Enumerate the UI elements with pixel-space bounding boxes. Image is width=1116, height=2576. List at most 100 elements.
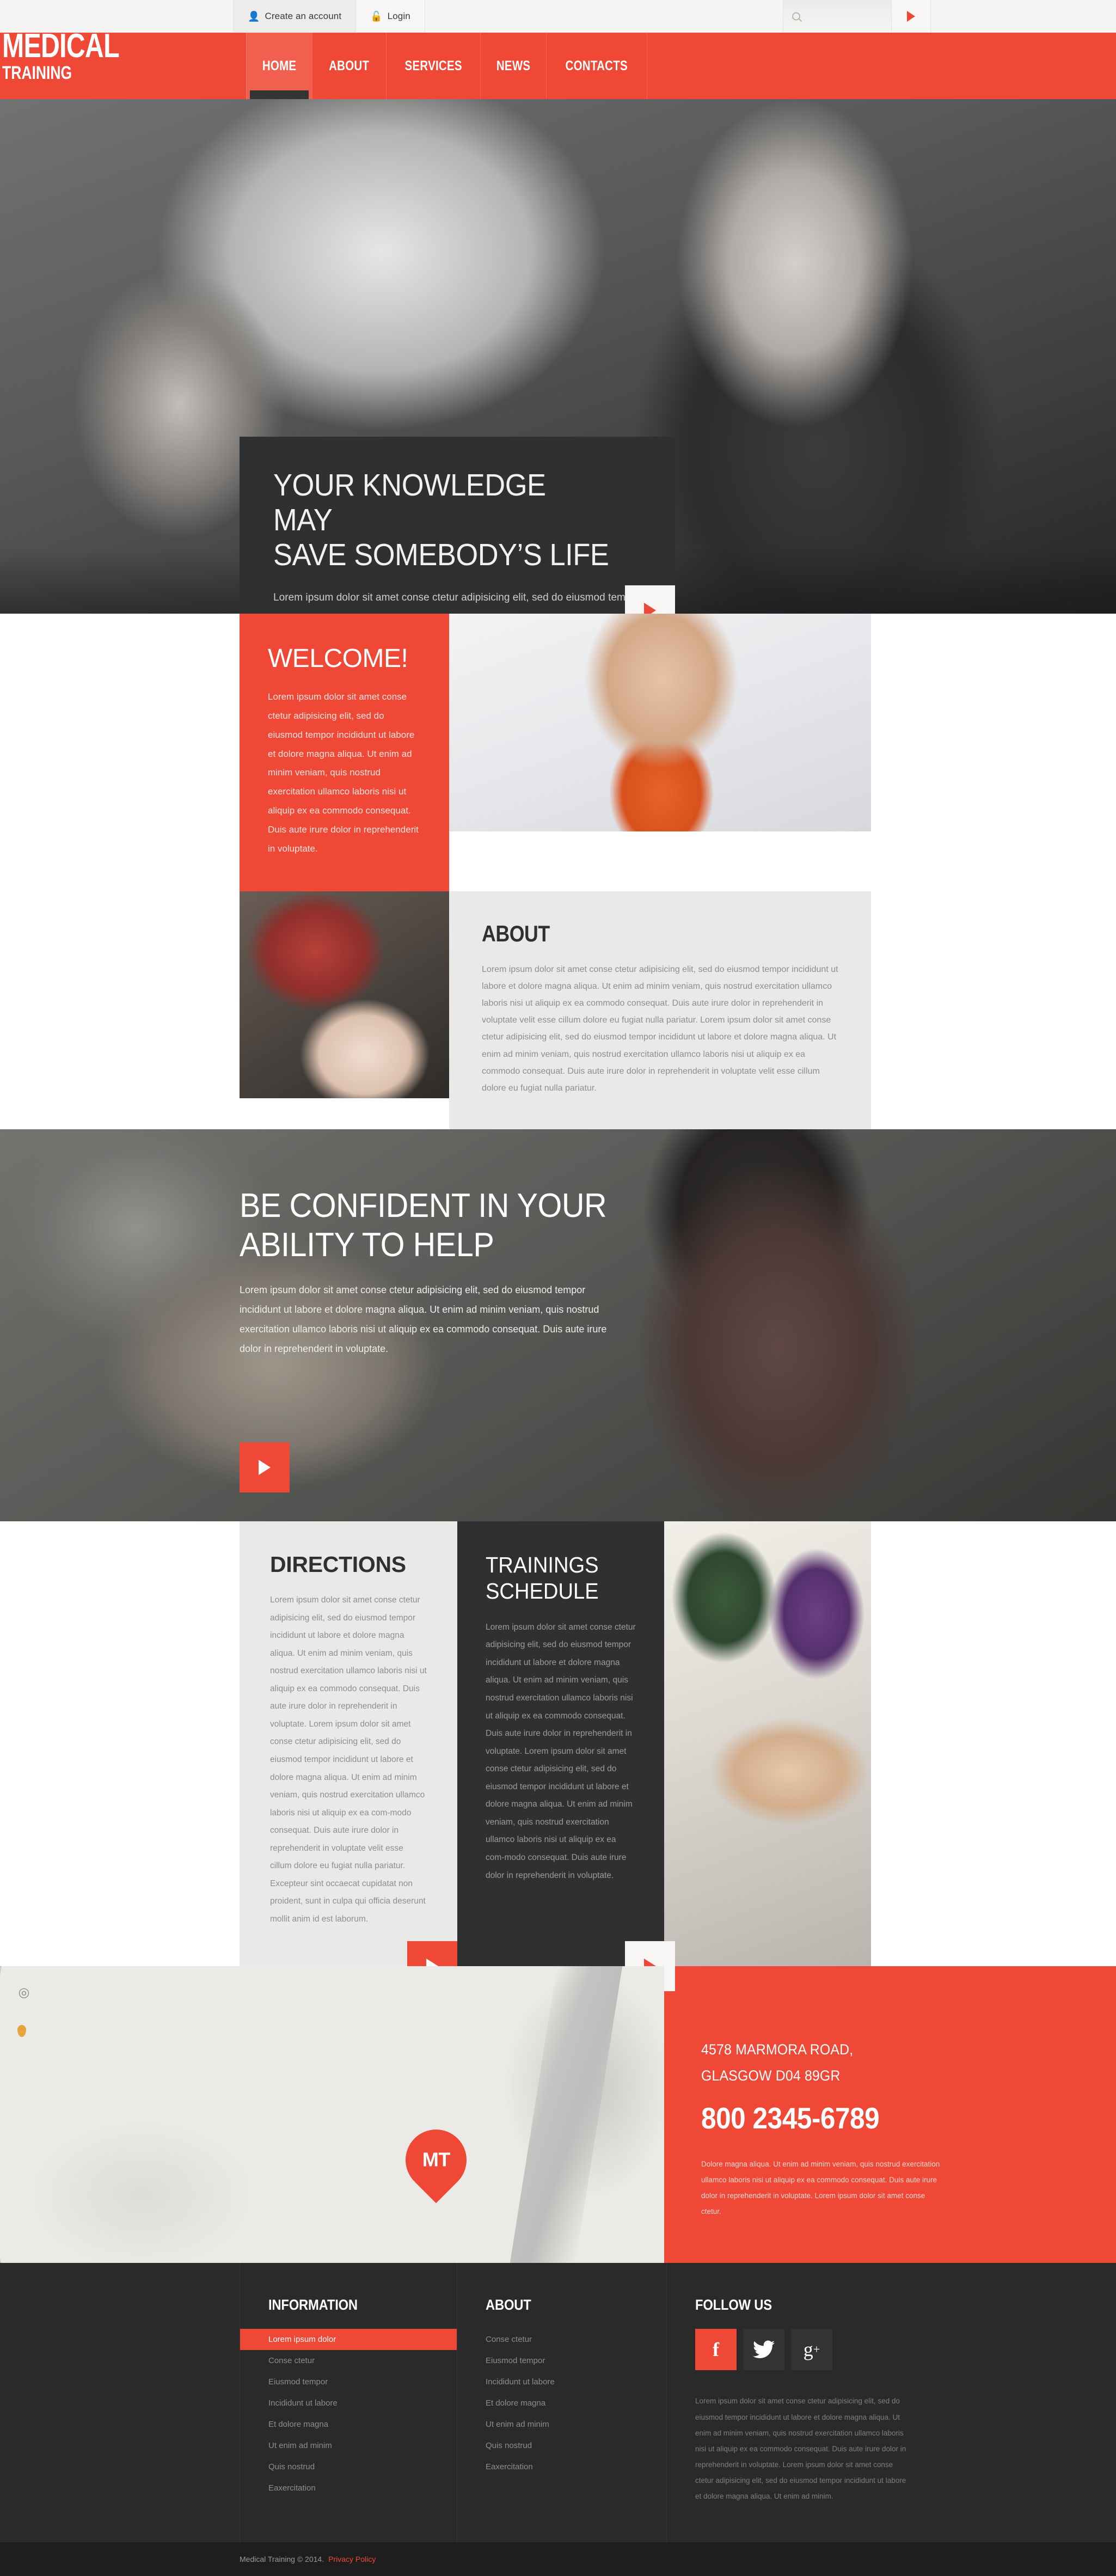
- location-map[interactable]: ◎ MT: [0, 1966, 664, 2263]
- footer-about-item-1[interactable]: Eiusmod tempor: [457, 2350, 666, 2371]
- nav-item-services[interactable]: SERVICES: [385, 33, 480, 99]
- hero-primary-title-line1: YOUR KNOWLEDGE MAY: [273, 468, 546, 537]
- welcome-title: WELCOME!: [268, 644, 408, 673]
- trainings-photo: [664, 1521, 871, 1967]
- about-title-text: ABOUT: [482, 920, 550, 946]
- footer-about-title: ABOUT: [457, 2297, 666, 2314]
- nav-label-contacts: CONTACTS: [565, 58, 628, 74]
- copyright-text: Medical Training © 2014.: [240, 2554, 324, 2563]
- footer-column-about: ABOUT Conse ctetur Eiusmod tempor Incidi…: [457, 2263, 667, 2542]
- crosshair-icon[interactable]: ◎: [13, 1981, 35, 2003]
- footer-column-follow: FOLLOW US f g + Lorem ipsum dolor sit ame…: [667, 2263, 972, 2542]
- footer-info-item-2[interactable]: Eiusmod tempor: [240, 2371, 457, 2393]
- hero-secondary-play-button[interactable]: [240, 1442, 290, 1493]
- site-footer: INFORMATION Lorem ipsum dolor Conse ctet…: [0, 2263, 1116, 2542]
- footer-about-item-3[interactable]: Et dolore magna: [457, 2393, 666, 2414]
- about-photo: [240, 891, 449, 1098]
- play-arrow-icon: [907, 10, 915, 22]
- nav-label-news: NEWS: [496, 58, 531, 74]
- directions-title: DIRECTIONS: [270, 1552, 406, 1577]
- contact-address-line2: GLASGOW D04 89GR: [701, 2067, 841, 2084]
- create-account-button[interactable]: 👤 Create an account: [233, 0, 357, 32]
- about-row: ABOUT Lorem ipsum dolor sit amet conse c…: [0, 891, 1116, 1130]
- trainings-schedule-title: TRAININGS SCHEDULE: [486, 1552, 636, 1605]
- facebook-icon[interactable]: f: [695, 2329, 737, 2371]
- trainings-schedule-body: Lorem ipsum dolor sit amet conse ctetur …: [486, 1622, 636, 1880]
- footer-info-item-6[interactable]: Quis nostrud: [240, 2456, 457, 2477]
- logo-area[interactable]: MEDICAL TRAINING: [0, 27, 233, 99]
- welcome-photo: [449, 614, 871, 831]
- hero-banner-primary: YOUR KNOWLEDGE MAY SAVE SOMEBODY’S LIFE …: [0, 99, 1116, 614]
- twitter-icon[interactable]: [743, 2329, 784, 2371]
- footer-info-item-4[interactable]: Et dolore magna: [240, 2414, 457, 2435]
- footer-about-item-0[interactable]: Conse ctetur: [457, 2329, 666, 2350]
- privacy-policy-link[interactable]: Privacy Policy: [328, 2555, 376, 2563]
- google-plus-icon[interactable]: g +: [791, 2329, 832, 2371]
- footer-follow-body: Lorem ipsum dolor sit amet conse ctetur …: [695, 2397, 906, 2500]
- nav-item-contacts[interactable]: CONTACTS: [546, 33, 647, 99]
- hero-secondary-title-line2: ABILITY TO HELP: [240, 1226, 494, 1264]
- hero-secondary-body: Lorem ipsum dolor sit amet conse ctetur …: [240, 1284, 607, 1354]
- footer-about-item-2[interactable]: Incididunt ut labore: [457, 2371, 666, 2393]
- hero-secondary-content: BE CONFIDENT IN YOUR ABILITY TO HELP Lor…: [240, 1186, 708, 1359]
- about-body: Lorem ipsum dolor sit amet conse ctetur …: [482, 964, 838, 1093]
- hero-primary-play-button[interactable]: [625, 585, 675, 614]
- hero-primary-title: YOUR KNOWLEDGE MAY SAVE SOMEBODY’S LIFE: [273, 468, 641, 572]
- footer-follow-title: FOLLOW US: [667, 2297, 972, 2314]
- main-navigation: HOME ABOUT SERVICES NEWS CONTACTS: [246, 33, 647, 99]
- site-logo[interactable]: MEDICAL TRAINING: [0, 27, 233, 83]
- welcome-card: WELCOME! Lorem ipsum dolor sit amet cons…: [240, 614, 449, 891]
- header-right-spacer: [647, 33, 1116, 99]
- search-box[interactable]: [783, 0, 892, 32]
- contact-body: Dolore magna aliqua. Ut enim ad minim ve…: [701, 2159, 940, 2216]
- footer-about-item-6[interactable]: Eaxercitation: [457, 2456, 666, 2477]
- top-bar: 👤 Create an account 🔓 Login: [0, 0, 1116, 33]
- nav-item-about[interactable]: ABOUT: [312, 33, 385, 99]
- contact-phone[interactable]: 800 2345-6789: [701, 2101, 1116, 2136]
- footer-info-item-1[interactable]: Conse ctetur: [240, 2350, 457, 2371]
- social-links: f g +: [667, 2329, 972, 2371]
- site-header: MEDICAL TRAINING HOME ABOUT SERVICES NEW…: [0, 27, 1116, 99]
- nav-item-news[interactable]: NEWS: [480, 33, 546, 99]
- contact-phone-text: 800 2345-6789: [701, 2101, 880, 2135]
- footer-about-item-4[interactable]: Ut enim ad minim: [457, 2414, 666, 2435]
- create-account-label: Create an account: [265, 10, 342, 21]
- footer-follow-title-text: FOLLOW US: [695, 2297, 772, 2314]
- directions-card: DIRECTIONS Lorem ipsum dolor sit amet co…: [240, 1521, 457, 1967]
- footer-info-item-7[interactable]: Eaxercitation: [240, 2477, 457, 2499]
- nav-label-home: HOME: [262, 58, 297, 74]
- search-input[interactable]: [793, 11, 881, 21]
- hero-secondary-title-line1: BE CONFIDENT IN YOUR: [240, 1187, 607, 1225]
- nav-label-services: SERVICES: [404, 58, 462, 74]
- trainings-title-line1: TRAININGS: [486, 1552, 599, 1578]
- footer-left-spacer: [0, 2263, 240, 2542]
- login-label: Login: [387, 10, 410, 21]
- hero-primary-card: YOUR KNOWLEDGE MAY SAVE SOMEBODY’S LIFE …: [240, 437, 675, 614]
- nav-item-home[interactable]: HOME: [246, 33, 312, 99]
- footer-info-item-0[interactable]: Lorem ipsum dolor: [240, 2329, 457, 2351]
- welcome-row: WELCOME! Lorem ipsum dolor sit amet cons…: [0, 614, 1116, 891]
- copyright-bar: Medical Training © 2014. Privacy Policy: [0, 2542, 1116, 2576]
- footer-info-item-3[interactable]: Incididunt ut labore: [240, 2393, 457, 2414]
- search-icon: [792, 12, 800, 20]
- directions-trainings-section: DIRECTIONS Lorem ipsum dolor sit amet co…: [0, 1521, 1116, 1992]
- directions-body: Lorem ipsum dolor sit amet conse ctetur …: [270, 1595, 427, 1924]
- footer-information-list: Lorem ipsum dolor Conse ctetur Eiusmod t…: [240, 2329, 457, 2499]
- logo-primary-text: MEDICAL: [2, 27, 120, 65]
- nav-label-about: ABOUT: [329, 58, 370, 74]
- footer-info-item-5[interactable]: Ut enim ad minim: [240, 2435, 457, 2456]
- trainings-schedule-card: TRAININGS SCHEDULE Lorem ipsum dolor sit…: [457, 1521, 664, 1967]
- logo-secondary-text: TRAINING: [2, 62, 72, 83]
- play-arrow-icon: [644, 603, 656, 614]
- contact-address-line1: 4578 MARMORA ROAD,: [701, 2041, 854, 2058]
- map-pin-label: MT: [422, 2149, 450, 2171]
- footer-about-item-5[interactable]: Quis nostrud: [457, 2435, 666, 2456]
- welcome-body: Lorem ipsum dolor sit amet conse ctetur …: [268, 692, 419, 854]
- login-button[interactable]: 🔓 Login: [356, 0, 425, 32]
- about-card: ABOUT Lorem ipsum dolor sit amet conse c…: [449, 891, 871, 1130]
- hero-primary-body: Lorem ipsum dolor sit amet conse ctetur …: [273, 592, 641, 614]
- search-submit-button[interactable]: [892, 0, 931, 32]
- user-icon: 👤: [248, 10, 260, 22]
- contact-address: 4578 MARMORA ROAD, GLASGOW D04 89GR: [701, 2037, 1116, 2089]
- auth-group: 👤 Create an account 🔓 Login: [233, 0, 425, 32]
